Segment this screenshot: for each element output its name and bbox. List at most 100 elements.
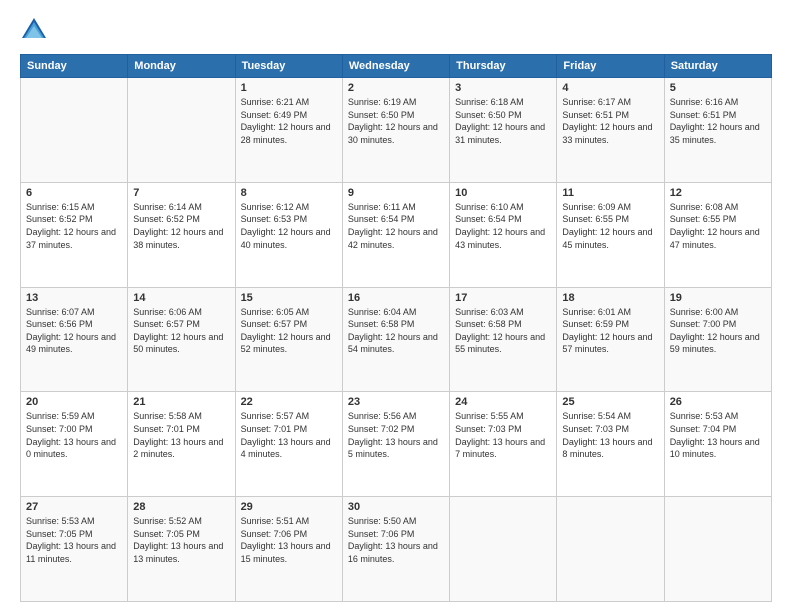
day-number: 29	[241, 501, 337, 513]
weekday-header-row: SundayMondayTuesdayWednesdayThursdayFrid…	[21, 55, 772, 78]
day-info: Sunrise: 5:53 AMSunset: 7:04 PMDaylight:…	[670, 410, 766, 460]
calendar: SundayMondayTuesdayWednesdayThursdayFrid…	[20, 54, 772, 602]
day-info: Sunrise: 5:59 AMSunset: 7:00 PMDaylight:…	[26, 410, 122, 460]
week-row-1: 1 Sunrise: 6:21 AMSunset: 6:49 PMDaylight…	[21, 78, 772, 183]
day-cell: 15Sunrise: 6:05 AMSunset: 6:57 PMDayligh…	[235, 287, 342, 392]
day-cell: 18 Sunrise: 6:01 AMSunset: 6:59 PMDayligh…	[557, 287, 664, 392]
day-cell: 24 Sunrise: 5:55 AMSunset: 7:03 PMDayligh…	[450, 392, 557, 497]
day-info: Sunrise: 6:10 AMSunset: 6:54 PMDaylight:…	[455, 201, 551, 251]
day-cell: 4 Sunrise: 6:17 AMSunset: 6:51 PMDaylight…	[557, 78, 664, 183]
day-cell: 3 Sunrise: 6:18 AMSunset: 6:50 PMDaylight…	[450, 78, 557, 183]
day-cell: 8 Sunrise: 6:12 AMSunset: 6:53 PMDaylight…	[235, 182, 342, 287]
day-number: 28	[133, 501, 229, 513]
day-number: 25	[562, 396, 658, 408]
day-number: 12	[670, 187, 766, 199]
calendar-table: SundayMondayTuesdayWednesdayThursdayFrid…	[20, 54, 772, 602]
weekday-header-saturday: Saturday	[664, 55, 771, 78]
day-cell: 10 Sunrise: 6:10 AMSunset: 6:54 PMDayligh…	[450, 182, 557, 287]
week-row-3: 13Sunrise: 6:07 AMSunset: 6:56 PMDayligh…	[21, 287, 772, 392]
day-cell: 22 Sunrise: 5:57 AMSunset: 7:01 PMDayligh…	[235, 392, 342, 497]
day-cell: 2 Sunrise: 6:19 AMSunset: 6:50 PMDaylight…	[342, 78, 449, 183]
day-cell: 21 Sunrise: 5:58 AMSunset: 7:01 PMDayligh…	[128, 392, 235, 497]
day-info: Sunrise: 5:55 AMSunset: 7:03 PMDaylight:…	[455, 410, 551, 460]
day-info: Sunrise: 6:06 AMSunset: 6:57 PMDaylight:…	[133, 306, 229, 356]
day-info: Sunrise: 5:50 AMSunset: 7:06 PMDaylight:…	[348, 515, 444, 565]
day-cell: 23Sunrise: 5:56 AMSunset: 7:02 PMDayligh…	[342, 392, 449, 497]
day-info: Sunrise: 6:09 AMSunset: 6:55 PMDaylight:…	[562, 201, 658, 251]
day-cell: 5 Sunrise: 6:16 AMSunset: 6:51 PMDaylight…	[664, 78, 771, 183]
day-cell: 1 Sunrise: 6:21 AMSunset: 6:49 PMDaylight…	[235, 78, 342, 183]
day-info: Sunrise: 6:03 AMSunset: 6:58 PMDaylight:…	[455, 306, 551, 356]
week-row-2: 6 Sunrise: 6:15 AMSunset: 6:52 PMDaylight…	[21, 182, 772, 287]
day-number: 5	[670, 82, 766, 94]
day-info: Sunrise: 5:54 AMSunset: 7:03 PMDaylight:…	[562, 410, 658, 460]
day-cell: 27 Sunrise: 5:53 AMSunset: 7:05 PMDayligh…	[21, 497, 128, 602]
day-number: 3	[455, 82, 551, 94]
day-number: 14	[133, 292, 229, 304]
logo-icon	[20, 16, 48, 44]
day-cell: 7Sunrise: 6:14 AMSunset: 6:52 PMDaylight…	[128, 182, 235, 287]
day-number: 2	[348, 82, 444, 94]
day-number: 6	[26, 187, 122, 199]
day-number: 26	[670, 396, 766, 408]
day-info: Sunrise: 6:01 AMSunset: 6:59 PMDaylight:…	[562, 306, 658, 356]
day-number: 19	[670, 292, 766, 304]
weekday-header-friday: Friday	[557, 55, 664, 78]
day-number: 17	[455, 292, 551, 304]
day-info: Sunrise: 6:12 AMSunset: 6:53 PMDaylight:…	[241, 201, 337, 251]
day-number: 8	[241, 187, 337, 199]
day-info: Sunrise: 5:51 AMSunset: 7:06 PMDaylight:…	[241, 515, 337, 565]
day-cell: 14 Sunrise: 6:06 AMSunset: 6:57 PMDayligh…	[128, 287, 235, 392]
day-info: Sunrise: 6:18 AMSunset: 6:50 PMDaylight:…	[455, 96, 551, 146]
day-cell: 12 Sunrise: 6:08 AMSunset: 6:55 PMDayligh…	[664, 182, 771, 287]
day-info: Sunrise: 6:16 AMSunset: 6:51 PMDaylight:…	[670, 96, 766, 146]
day-cell: 30 Sunrise: 5:50 AMSunset: 7:06 PMDayligh…	[342, 497, 449, 602]
day-number: 10	[455, 187, 551, 199]
day-cell: 16 Sunrise: 6:04 AMSunset: 6:58 PMDayligh…	[342, 287, 449, 392]
day-cell: 26 Sunrise: 5:53 AMSunset: 7:04 PMDayligh…	[664, 392, 771, 497]
day-number: 18	[562, 292, 658, 304]
logo	[20, 16, 52, 44]
day-info: Sunrise: 6:05 AMSunset: 6:57 PMDaylight:…	[241, 306, 337, 356]
day-cell: 13Sunrise: 6:07 AMSunset: 6:56 PMDayligh…	[21, 287, 128, 392]
day-number: 22	[241, 396, 337, 408]
day-number: 30	[348, 501, 444, 513]
day-number: 1	[241, 82, 337, 94]
day-cell	[128, 78, 235, 183]
weekday-header-monday: Monday	[128, 55, 235, 78]
day-number: 4	[562, 82, 658, 94]
day-info: Sunrise: 6:08 AMSunset: 6:55 PMDaylight:…	[670, 201, 766, 251]
day-number: 11	[562, 187, 658, 199]
day-number: 16	[348, 292, 444, 304]
day-info: Sunrise: 6:04 AMSunset: 6:58 PMDaylight:…	[348, 306, 444, 356]
day-cell	[21, 78, 128, 183]
day-info: Sunrise: 6:00 AMSunset: 7:00 PMDaylight:…	[670, 306, 766, 356]
day-cell	[450, 497, 557, 602]
day-number: 27	[26, 501, 122, 513]
day-info: Sunrise: 6:21 AMSunset: 6:49 PMDaylight:…	[241, 96, 337, 146]
day-number: 24	[455, 396, 551, 408]
day-cell: 25 Sunrise: 5:54 AMSunset: 7:03 PMDayligh…	[557, 392, 664, 497]
day-info: Sunrise: 5:57 AMSunset: 7:01 PMDaylight:…	[241, 410, 337, 460]
day-number: 20	[26, 396, 122, 408]
day-number: 13	[26, 292, 122, 304]
day-info: Sunrise: 5:52 AMSunset: 7:05 PMDaylight:…	[133, 515, 229, 565]
day-cell: 9Sunrise: 6:11 AMSunset: 6:54 PMDaylight…	[342, 182, 449, 287]
weekday-header-tuesday: Tuesday	[235, 55, 342, 78]
day-cell: 20 Sunrise: 5:59 AMSunset: 7:00 PMDayligh…	[21, 392, 128, 497]
day-cell: 17 Sunrise: 6:03 AMSunset: 6:58 PMDayligh…	[450, 287, 557, 392]
day-info: Sunrise: 5:53 AMSunset: 7:05 PMDaylight:…	[26, 515, 122, 565]
day-info: Sunrise: 5:56 AMSunset: 7:02 PMDaylight:…	[348, 410, 444, 460]
day-info: Sunrise: 6:15 AMSunset: 6:52 PMDaylight:…	[26, 201, 122, 251]
week-row-5: 27 Sunrise: 5:53 AMSunset: 7:05 PMDayligh…	[21, 497, 772, 602]
day-info: Sunrise: 5:58 AMSunset: 7:01 PMDaylight:…	[133, 410, 229, 460]
day-info: Sunrise: 6:17 AMSunset: 6:51 PMDaylight:…	[562, 96, 658, 146]
day-number: 21	[133, 396, 229, 408]
day-cell: 29 Sunrise: 5:51 AMSunset: 7:06 PMDayligh…	[235, 497, 342, 602]
week-row-4: 20 Sunrise: 5:59 AMSunset: 7:00 PMDayligh…	[21, 392, 772, 497]
day-info: Sunrise: 6:19 AMSunset: 6:50 PMDaylight:…	[348, 96, 444, 146]
day-cell	[557, 497, 664, 602]
page: SundayMondayTuesdayWednesdayThursdayFrid…	[0, 0, 792, 612]
weekday-header-thursday: Thursday	[450, 55, 557, 78]
day-cell: 6 Sunrise: 6:15 AMSunset: 6:52 PMDaylight…	[21, 182, 128, 287]
